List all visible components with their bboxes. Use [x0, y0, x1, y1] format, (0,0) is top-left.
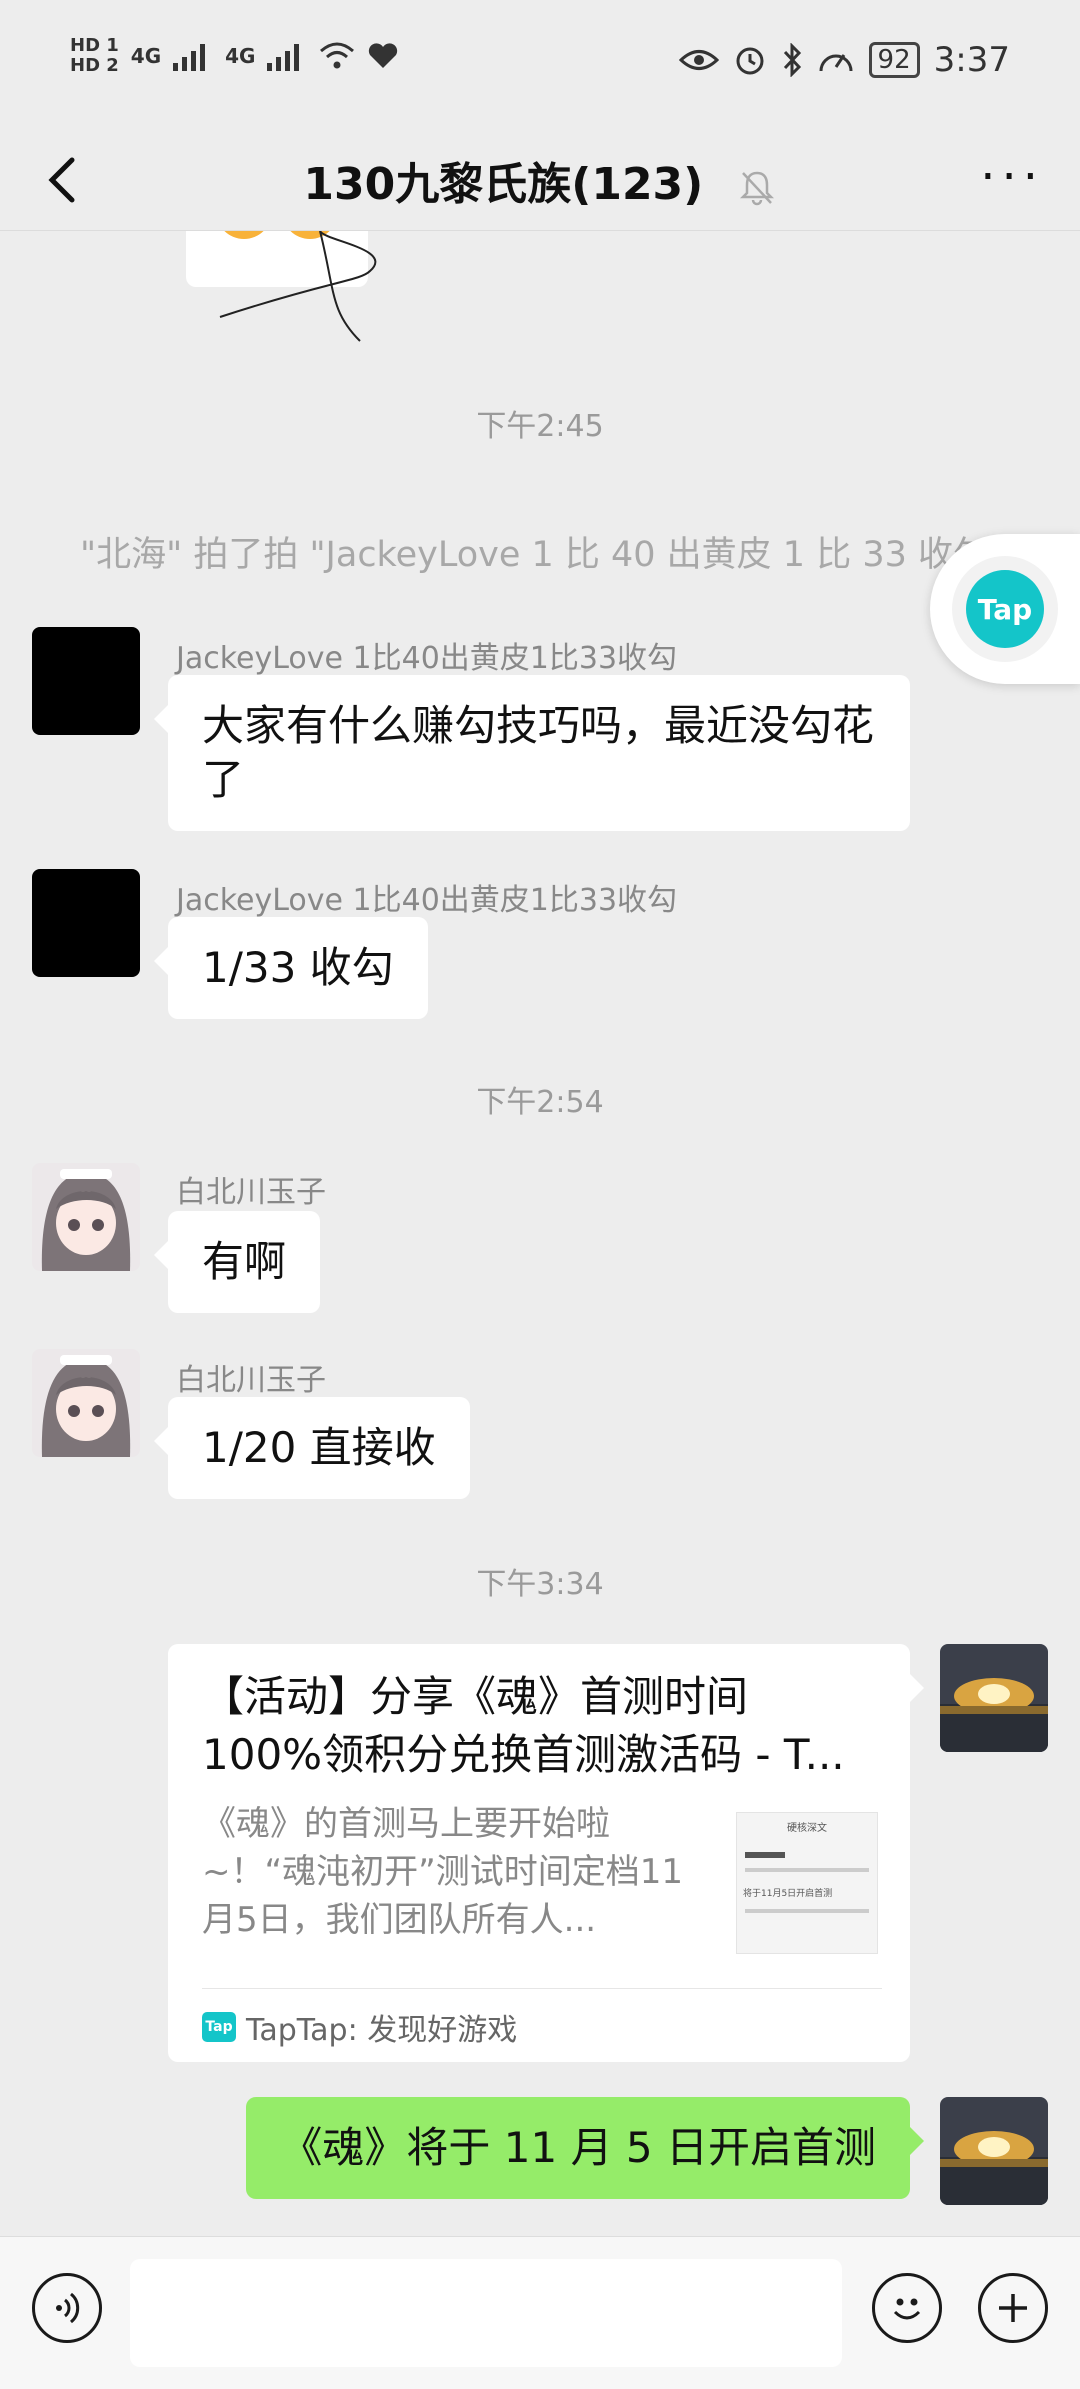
thumb-line — [745, 1868, 869, 1872]
eye-icon — [678, 50, 719, 70]
thumb-heading: 硬核深文 — [787, 1823, 827, 1834]
message-bubble[interactable]: 1/20 直接收 — [154, 1397, 470, 1499]
chat-title-wrap: 130九黎氏族(123) — [0, 148, 1080, 212]
sender-name: 白北川玉子 — [176, 1363, 326, 1398]
input-bar — [0, 2236, 1080, 2389]
taptap-logo: Tap — [966, 570, 1044, 648]
voice-icon — [56, 2292, 80, 2324]
chat-header: 130九黎氏族(123) ··· — [0, 130, 1080, 231]
alarm-icon — [736, 47, 764, 75]
signal-icon — [173, 44, 206, 71]
timestamp-2: 下午2:54 — [476, 1085, 604, 1120]
sender-name: 白北川玉子 — [176, 1175, 326, 1210]
mute-bell-icon — [739, 171, 774, 206]
my-message-bubble[interactable]: 《魂》将于 11 月 5 日开启首测 — [246, 2097, 924, 2199]
sender-name: JackeyLove 1比40出黄皮1比33收勾 — [176, 883, 678, 918]
message-input[interactable] — [130, 2259, 842, 2367]
status-left: HD 1 HD 2 4G 4G — [70, 36, 399, 76]
card-source: TapTap: 发现好游戏 — [246, 2013, 518, 2048]
pat-notice: "北海" 拍了拍 "JackeyLove 1 比 40 出黄皮 1 比 33 收… — [80, 535, 1005, 575]
more-options-button[interactable]: ··· — [980, 153, 1044, 201]
hd2-label: HD 2 — [70, 55, 119, 76]
sender-name: JackeyLove 1比40出黄皮1比33收勾 — [176, 641, 678, 676]
floating-taptap-button[interactable]: Tap — [930, 534, 1080, 684]
timestamp-3: 下午3:34 — [476, 1567, 604, 1602]
hd1-label: HD 1 — [70, 35, 119, 56]
speed-icon — [819, 54, 853, 72]
sunset-avatar-image — [940, 2097, 1048, 2205]
avatar-jackeylove[interactable] — [32, 627, 140, 735]
anime-avatar-image — [32, 1163, 140, 1271]
heart-icon — [369, 43, 398, 68]
my-avatar[interactable] — [940, 1644, 1048, 1752]
message-bubble[interactable]: 1/33 收勾 — [154, 917, 428, 1019]
voice-button[interactable] — [32, 2273, 102, 2343]
taptap-logo-icon: Tap — [202, 2012, 236, 2042]
drawn-line — [219, 231, 377, 342]
signal-icon-2 — [267, 44, 300, 71]
timestamp-1: 下午2:45 — [476, 409, 604, 444]
my-avatar[interactable] — [940, 2097, 1048, 2205]
card-footer: Tap TapTap: 发现好游戏 — [202, 1988, 882, 2049]
bluetooth-icon — [783, 43, 801, 77]
emoji-button[interactable] — [872, 2273, 942, 2343]
shared-link-card[interactable]: 【活动】分享《魂》首测时间100%领积分兑换首测激活码 - T... 《魂》的首… — [168, 1644, 924, 2062]
chat-area[interactable]: 下午2:45 "北海" 拍了拍 "JackeyLove 1 比 40 出黄皮 1… — [0, 231, 1080, 2235]
card-thumbnail: 硬核深文 将于11月5日开启首测 — [736, 1812, 878, 1954]
smiley-icon — [893, 2298, 921, 2320]
message-bubble[interactable]: 大家有什么赚勾技巧吗，最近没勾花了 — [154, 675, 910, 831]
clock: 3:37 — [933, 40, 1010, 80]
network-label-1: 4G — [130, 44, 162, 68]
status-bar: HD 1 HD 2 4G 4G 92 3:37 — [0, 0, 1080, 130]
wifi-icon — [320, 42, 355, 69]
avatar-anime-girl[interactable] — [32, 1163, 140, 1271]
plus-icon — [999, 2294, 1027, 2322]
avatar-jackeylove[interactable] — [32, 869, 140, 977]
thumb-text: 将于11月5日开启首测 — [743, 1889, 833, 1899]
thumb-bar — [745, 1852, 785, 1858]
network-label-2: 4G — [225, 44, 256, 68]
sunset-avatar-image — [940, 1644, 1048, 1752]
plus-button[interactable] — [978, 2273, 1048, 2343]
chat-title: 130九黎氏族(123) — [303, 159, 704, 210]
thumb-line — [745, 1909, 869, 1913]
anime-avatar-image — [32, 1349, 140, 1457]
avatar-anime-girl[interactable] — [32, 1349, 140, 1457]
message-bubble[interactable]: 有啊 — [153, 1211, 321, 1313]
card-description: 《魂》的首测马上要开始啦~！“魂沌初开”测试时间定档11月5日，我们团队所有人.… — [202, 1804, 683, 1940]
status-right: 92 3:37 — [678, 40, 1010, 80]
taptap-ring: Tap — [952, 556, 1058, 662]
battery-indicator: 92 — [868, 42, 920, 78]
card-title: 【活动】分享《魂》首测时间100%领积分兑换首测激活码 - T... — [202, 1672, 845, 1779]
